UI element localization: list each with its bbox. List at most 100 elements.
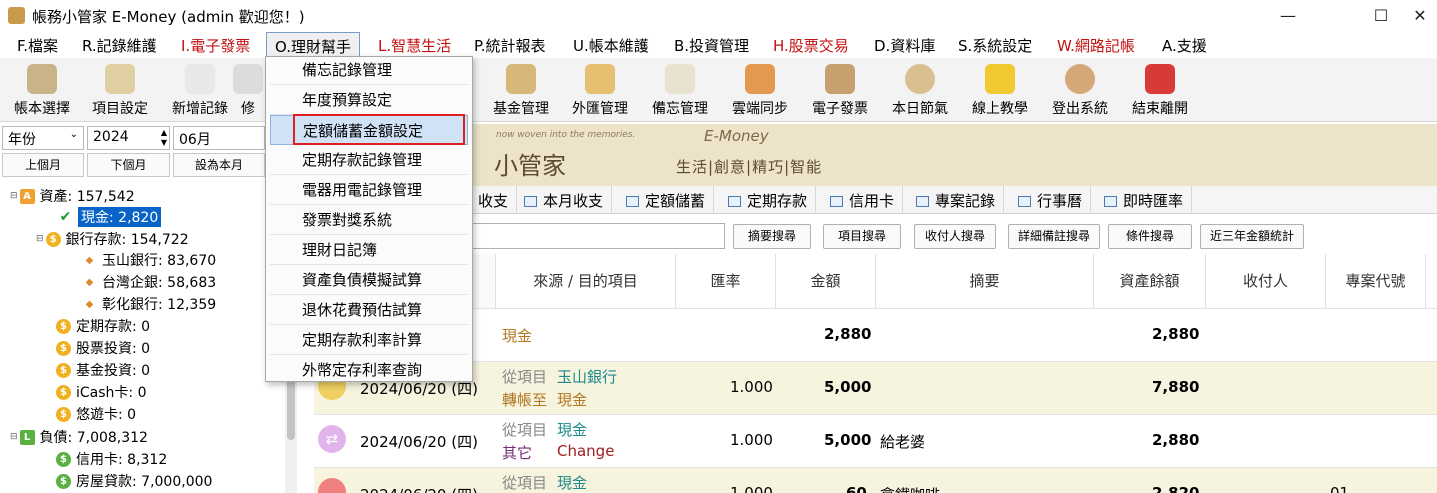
edit-button[interactable]: 修 bbox=[230, 62, 266, 120]
tree-node-stocks[interactable]: $ 股票投資: 0 bbox=[56, 338, 150, 358]
three-year-stats-button[interactable]: 近三年金額統計 bbox=[1200, 224, 1304, 249]
col-memo[interactable]: 摘要 bbox=[876, 254, 1094, 308]
menu-system[interactable]: S.系統設定 bbox=[958, 35, 1032, 56]
table-row[interactable]: 2024/06/20 (四) 從項目 玉山銀行 轉帳至 現金 1.000 5,0… bbox=[314, 361, 1437, 414]
menu-file[interactable]: F.檔案 bbox=[17, 35, 58, 56]
note-search-button[interactable]: 詳細備註搜尋 bbox=[1008, 224, 1100, 249]
condition-search-button[interactable]: 條件搜尋 bbox=[1108, 224, 1192, 249]
menu-item-foreign-deposit-rate[interactable]: 外幣定存利率查詢 bbox=[270, 355, 468, 385]
einvoice-button[interactable]: 電子發票 bbox=[798, 62, 882, 120]
tab-exchange-rate[interactable]: 即時匯率 bbox=[1096, 186, 1193, 214]
ledger-select-button[interactable]: 帳本選擇 bbox=[0, 62, 84, 120]
item-settings-button[interactable]: 項目設定 bbox=[78, 62, 162, 120]
payee-search-button[interactable]: 收付人搜尋 bbox=[914, 224, 996, 249]
fund-icon bbox=[506, 64, 536, 94]
menu-einvoice[interactable]: I.電子發票 bbox=[181, 35, 250, 56]
menu-item-retirement-estimate[interactable]: 退休花費預估試算 bbox=[270, 295, 468, 325]
card-icon: ◆ bbox=[85, 254, 94, 266]
brand-banner: now woven into the memories. E-Money 小管家… bbox=[470, 124, 1437, 186]
prev-month-button[interactable]: 上個月 bbox=[2, 153, 84, 177]
tree-node-chb[interactable]: ◆ 彰化銀行: 12,359 bbox=[82, 294, 217, 314]
item-search-button[interactable]: 項目搜尋 bbox=[823, 224, 901, 249]
banner-brand: E-Money bbox=[704, 127, 769, 145]
tree-node-time-deposit[interactable]: $ 定期存款: 0 bbox=[56, 316, 150, 336]
tutorial-button[interactable]: 線上教學 bbox=[958, 62, 1042, 120]
logout-button[interactable]: 登出系統 bbox=[1038, 62, 1122, 120]
exit-button[interactable]: 結束離開 bbox=[1118, 62, 1202, 120]
col-amount[interactable]: 金額 bbox=[776, 254, 876, 308]
tab-credit-card[interactable]: 信用卡 bbox=[822, 186, 904, 214]
memo-search-button[interactable]: 摘要搜尋 bbox=[733, 224, 811, 249]
minimize-button[interactable]: — bbox=[1265, 2, 1311, 30]
menu-smart-life[interactable]: L.智慧生活 bbox=[378, 35, 451, 56]
month-input[interactable]: 06月 bbox=[173, 126, 265, 150]
coin-icon: $ bbox=[56, 384, 71, 400]
fund-button[interactable]: 基金管理 bbox=[479, 62, 563, 120]
tab-projects[interactable]: 專案記錄 bbox=[908, 186, 1005, 214]
menu-item-memo-manage[interactable]: 備忘記錄管理 bbox=[270, 55, 468, 85]
menu-item-annual-budget[interactable]: 年度預算設定 bbox=[270, 85, 468, 115]
next-month-button[interactable]: 下個月 bbox=[87, 153, 170, 177]
col-rate[interactable]: 匯率 bbox=[676, 254, 776, 308]
card-icon: ◆ bbox=[85, 276, 94, 288]
menu-item-deposit-interest[interactable]: 定期存款利率計算 bbox=[270, 325, 468, 355]
collapse-icon[interactable]: ⊟ bbox=[10, 432, 18, 442]
table-icon bbox=[1104, 196, 1117, 207]
menu-ledger[interactable]: U.帳本維護 bbox=[573, 35, 649, 56]
col-project[interactable]: 專案代號 bbox=[1326, 254, 1426, 308]
menu-item-appliance-power[interactable]: 電器用電記錄管理 bbox=[270, 175, 468, 205]
collapse-icon[interactable]: ⊟ bbox=[36, 234, 44, 244]
solar-term-button[interactable]: 本日節氣 bbox=[878, 62, 962, 120]
tab-calendar[interactable]: 行事曆 bbox=[1010, 186, 1092, 214]
cloud-sync-button[interactable]: 雲端同步 bbox=[718, 62, 802, 120]
maximize-button[interactable]: ☐ bbox=[1358, 2, 1404, 30]
menu-stock[interactable]: H.股票交易 bbox=[773, 35, 849, 56]
tree-node-funds[interactable]: $ 基金投資: 0 bbox=[56, 360, 150, 380]
tree-node-icash[interactable]: $ iCash卡: 0 bbox=[56, 382, 147, 402]
coin-icon: $ bbox=[56, 406, 71, 422]
spin-icon[interactable]: ▲ ▼ bbox=[161, 128, 167, 148]
tab-time-deposit[interactable]: 定期存款 bbox=[720, 186, 817, 214]
col-payee[interactable]: 收付人 bbox=[1206, 254, 1326, 308]
tab-income-expense[interactable]: 收支 bbox=[470, 186, 518, 214]
collapse-icon[interactable]: ⊟ bbox=[10, 191, 18, 201]
forex-button[interactable]: 外匯管理 bbox=[558, 62, 642, 120]
tree-node-assets[interactable]: ⊟ A 資產: 157,542 bbox=[10, 186, 135, 206]
menu-item-time-deposit-records[interactable]: 定期存款記錄管理 bbox=[270, 145, 468, 175]
menu-item-invoice-lottery[interactable]: 發票對獎系統 bbox=[270, 205, 468, 235]
set-current-month-button[interactable]: 設為本月 bbox=[173, 153, 265, 177]
tree-node-easycard[interactable]: $ 悠遊卡: 0 bbox=[56, 404, 136, 424]
memo-button[interactable]: 備忘管理 bbox=[638, 62, 722, 120]
tree-node-credit-card[interactable]: $ 信用卡: 8,312 bbox=[56, 449, 167, 469]
tab-month[interactable]: 本月收支 bbox=[516, 186, 613, 214]
table-row[interactable]: 現金 2,880 2,880 bbox=[314, 308, 1437, 361]
year-mode-select[interactable]: 年份 ⌄ bbox=[2, 126, 84, 150]
search-input[interactable] bbox=[470, 223, 725, 249]
app-icon bbox=[8, 7, 25, 24]
menu-web[interactable]: W.網路記帳 bbox=[1057, 35, 1135, 56]
tree-node-cash[interactable]: ✔ 現金: 2,820 bbox=[58, 207, 162, 227]
menu-item-finance-diary[interactable]: 理財日記簿 bbox=[270, 235, 468, 265]
table-row[interactable]: ⇄ 2024/06/20 (四) 從項目 現金 其它 Change 1.000 … bbox=[314, 414, 1437, 467]
solar-term-icon bbox=[905, 64, 935, 94]
finance-helper-dropdown: 備忘記錄管理 年度預算設定 定額儲蓄金額設定 定期存款記錄管理 電器用電記錄管理… bbox=[265, 56, 473, 382]
menu-investment[interactable]: B.投資管理 bbox=[674, 35, 749, 56]
tree-node-mortgage[interactable]: $ 房屋貸款: 7,000,000 bbox=[56, 471, 212, 491]
table-row[interactable]: 2024/06/20 (四) 從項目 現金 1.000 60 拿鐵咖啡 2,82… bbox=[314, 467, 1437, 493]
tree-node-esun[interactable]: ◆ 玉山銀行: 83,670 bbox=[82, 250, 217, 270]
tree-node-bank[interactable]: ⊟ $ 銀行存款: 154,722 bbox=[36, 229, 189, 249]
menu-record[interactable]: R.記錄維護 bbox=[82, 35, 157, 56]
tab-fixed-saving[interactable]: 定額儲蓄 bbox=[618, 186, 715, 214]
menu-support[interactable]: A.支援 bbox=[1162, 35, 1207, 56]
col-source-dest[interactable]: 來源 / 目的項目 bbox=[496, 254, 676, 308]
tree-node-tbb[interactable]: ◆ 台灣企銀: 58,683 bbox=[82, 272, 217, 292]
col-balance[interactable]: 資產餘額 bbox=[1094, 254, 1206, 308]
tree-node-liabilities[interactable]: ⊟ L 負債: 7,008,312 bbox=[10, 427, 148, 447]
year-input[interactable]: 2024 ▲ ▼ bbox=[87, 126, 170, 150]
menu-item-balance-simulation[interactable]: 資產負債模擬試算 bbox=[270, 265, 468, 295]
menu-reports[interactable]: P.統計報表 bbox=[474, 35, 545, 56]
coin-icon: $ bbox=[56, 340, 71, 356]
menu-database[interactable]: D.資料庫 bbox=[874, 35, 935, 56]
swap-icon: ⇄ bbox=[318, 425, 346, 453]
close-button[interactable]: ✕ bbox=[1404, 2, 1436, 30]
